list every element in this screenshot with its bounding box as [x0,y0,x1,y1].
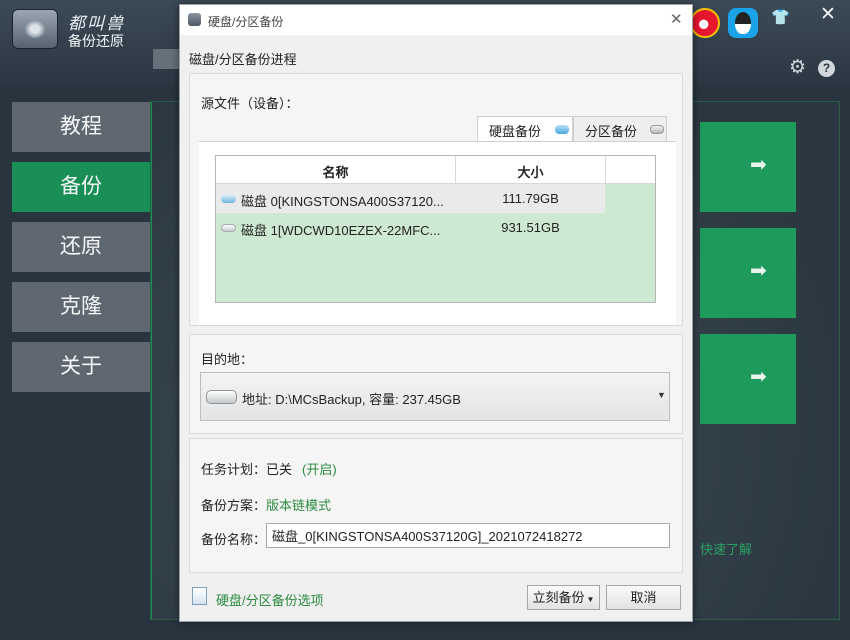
arrow-right-icon: ➡ [750,260,767,282]
scheme-label: 备份方案： [201,498,267,513]
tab-partition-backup[interactable]: 分区备份 [573,116,667,142]
table-row[interactable]: 磁盘 0[KINGSTONSA400S37120... 111.79GB [216,184,605,213]
feature-card[interactable] [700,122,796,212]
disk-name: 磁盘 1[WDCWD10EZEX-22MFC... [241,223,441,238]
dropdown-arrow-icon: ▼ [657,390,666,400]
arrow-right-icon: ➡ [750,366,767,388]
feature-card[interactable] [700,334,796,424]
backup-scheme: 备份方案：版本链模式 [201,495,331,514]
dialog-titlebar: 硬盘/分区备份 ✕ [180,5,692,35]
scheme-link[interactable]: 版本链模式 [266,498,331,513]
qq-icon[interactable] [728,8,758,38]
quick-learn-link[interactable]: 快速了解 [700,539,752,558]
tab-panel: 名称 大小 磁盘 0[KINGSTONSA400S37120... 111.79… [199,141,676,325]
backup-name-input[interactable] [266,523,670,548]
schedule-state: 已关 [266,462,293,477]
schedule-label: 任务计划： [201,462,267,477]
skin-icon[interactable]: 👕 [771,8,790,26]
app-close-icon[interactable]: ✕ [820,3,836,26]
backup-now-button[interactable]: 立刻备份 ▼ [527,585,600,610]
backup-options-link[interactable]: 硬盘/分区备份选项 [216,590,324,609]
cancel-button[interactable]: 取消 [606,585,681,610]
weibo-icon[interactable] [690,8,720,38]
help-icon[interactable]: ? [818,60,835,77]
brand-name: 备份还原 [68,33,124,49]
tab-label: 硬盘备份 [489,124,542,139]
hard-disk-icon [221,195,236,203]
tab-disk-backup[interactable]: 硬盘备份 [477,116,573,142]
close-icon[interactable]: ✕ [670,10,683,28]
nav-item-about[interactable]: 关于 [12,342,150,392]
gear-icon[interactable]: ⚙ [789,56,806,79]
feature-card[interactable] [700,228,796,318]
destination-label: 目的地： [201,352,254,367]
table-header: 名称 大小 [216,156,655,184]
tab-label: 分区备份 [585,124,638,139]
column-divider [605,156,606,184]
dropdown-arrow-icon: ▼ [586,595,595,604]
app-logo-icon [12,9,58,49]
source-group: 源文件（设备）： 硬盘备份 分区备份 名称 大小 磁盘 0[KINGSTONSA… [189,73,683,326]
disk-list: 名称 大小 磁盘 0[KINGSTONSA400S37120... 111.79… [215,155,656,303]
column-header-size: 大小 [517,165,544,180]
table-row[interactable]: 磁盘 1[WDCWD10EZEX-22MFC... 931.51GB [216,213,605,242]
hard-disk-icon [206,390,237,404]
task-schedule: 任务计划：已关 (开启) [201,459,337,478]
nav-item-backup[interactable]: 备份 [12,162,162,212]
hard-disk-icon [555,125,569,134]
backup-name-label: 备份名称： [201,532,267,547]
task-group: 任务计划：已关 (开启) 备份方案：版本链模式 备份名称： [189,438,683,573]
schedule-open-link[interactable]: (开启) [302,462,337,477]
column-header-name: 名称 [322,165,349,180]
dialog-title: 硬盘/分区备份 [208,15,284,29]
destination-select[interactable]: 地址: D:\MCsBackup, 容量: 237.45GB ▼ [200,372,670,421]
options-document-icon [192,587,207,605]
backup-app-icon [188,13,201,26]
backup-now-label: 立刻备份 [532,590,585,605]
source-label: 源文件（设备）： [201,96,299,111]
dialog-heading: 磁盘/分区备份进程 [189,52,297,67]
destination-group: 目的地： 地址: D:\MCsBackup, 容量: 237.45GB ▼ [189,334,683,434]
partition-disk-icon [650,125,664,134]
nav-item-tutorial[interactable]: 教程 [12,102,150,152]
disk-size: 931.51GB [501,220,560,235]
disk-size: 111.79GB [502,191,559,206]
disk-backup-dialog: 硬盘/分区备份 ✕ 磁盘/分区备份进程 源文件（设备）： 硬盘备份 分区备份 名… [179,4,693,622]
nav-item-clone[interactable]: 克隆 [12,282,150,332]
disk-name: 磁盘 0[KINGSTONSA400S37120... [241,194,444,209]
nav-item-restore[interactable]: 还原 [12,222,150,272]
destination-value: 地址: D:\MCsBackup, 容量: 237.45GB [242,392,461,407]
arrow-right-icon: ➡ [750,154,767,176]
hard-disk-icon [221,224,236,232]
